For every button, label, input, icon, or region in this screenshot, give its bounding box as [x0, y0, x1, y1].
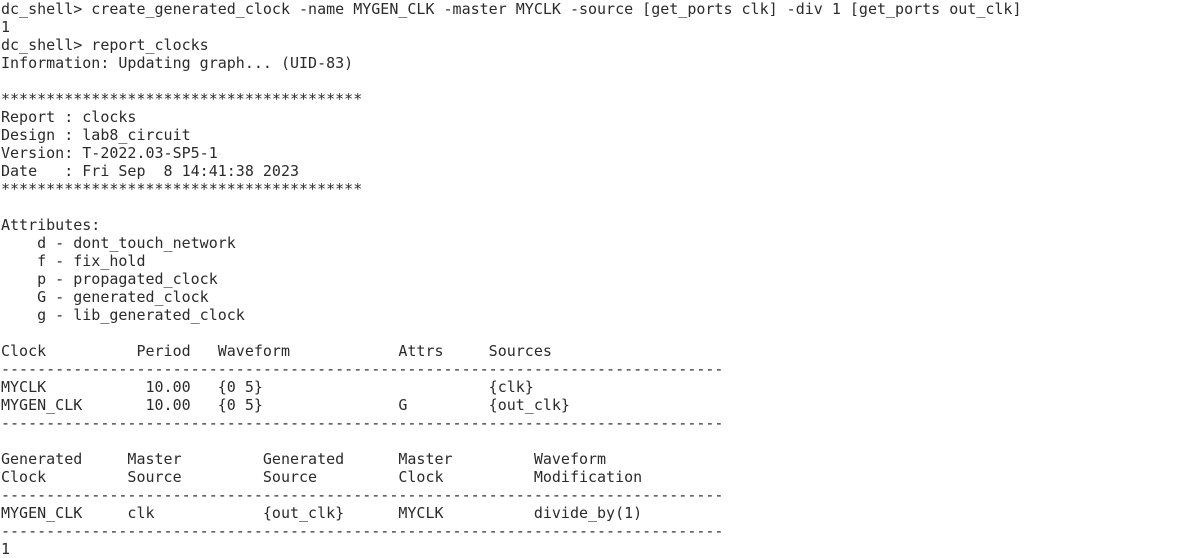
- attributes-heading: Attributes:: [1, 216, 101, 234]
- command-result: 1: [1, 18, 11, 36]
- table-rule: ----------------------------------------…: [1, 522, 724, 540]
- generated-table-header: Generated Master Generated Master Wavefo…: [1, 450, 607, 468]
- terminal-output[interactable]: dc_shell> create_generated_clock -name M…: [1, 0, 1185, 558]
- report-separator: ****************************************: [1, 90, 363, 108]
- attribute-item: G - generated_clock: [1, 288, 209, 306]
- info-message: Information: Updating graph... (UID-83): [1, 54, 354, 72]
- table-row: MYGEN_CLK clk {out_clk} MYCLK divide_by(…: [1, 504, 643, 522]
- table-row: MYCLK 10.00 {0 5} {clk}: [1, 378, 534, 396]
- table-rule: ----------------------------------------…: [1, 414, 724, 432]
- attribute-item: g - lib_generated_clock: [1, 306, 245, 324]
- report-header-line: Report : clocks: [1, 108, 137, 126]
- table-rule: ----------------------------------------…: [1, 486, 724, 504]
- report-header-line: Design : lab8_circuit: [1, 126, 191, 144]
- attribute-item: d - dont_touch_network: [1, 234, 236, 252]
- clock-table-header: Clock Period Waveform Attrs Sources: [1, 342, 552, 360]
- table-row: MYGEN_CLK 10.00 {0 5} G {out_clk}: [1, 396, 570, 414]
- table-rule: ----------------------------------------…: [1, 360, 724, 378]
- command-line: dc_shell> report_clocks: [1, 36, 209, 54]
- attribute-item: f - fix_hold: [1, 252, 146, 270]
- command-result: 1: [1, 540, 11, 558]
- report-separator: ****************************************: [1, 180, 363, 198]
- attribute-item: p - propagated_clock: [1, 270, 218, 288]
- report-header-line: Version: T-2022.03-SP5-1: [1, 144, 218, 162]
- report-header-line: Date : Fri Sep 8 14:41:38 2023: [1, 162, 300, 180]
- command-line: dc_shell> create_generated_clock -name M…: [1, 0, 1022, 18]
- generated-table-header: Clock Source Source Clock Modification: [1, 468, 643, 486]
